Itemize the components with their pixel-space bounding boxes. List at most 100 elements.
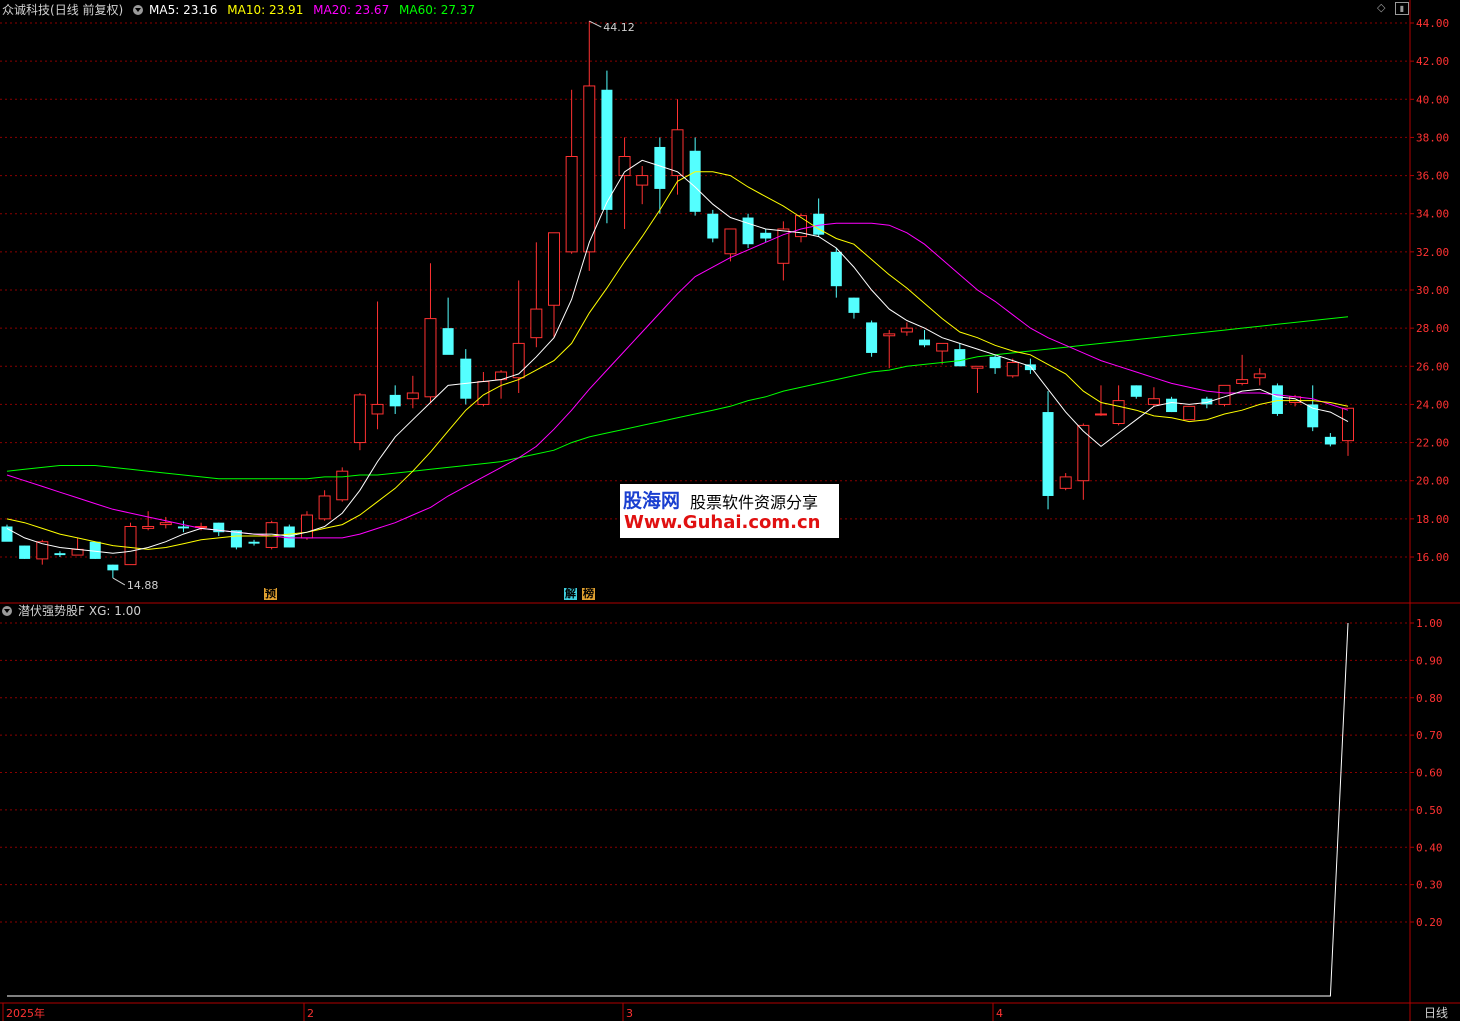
indicator-tick-label: 0.40 bbox=[1416, 841, 1443, 854]
candle-body-up bbox=[1236, 379, 1249, 384]
candle-body-up bbox=[636, 175, 649, 186]
watermark: 股海网 股票软件资源分享 Www.Guhai.com.cn bbox=[620, 484, 839, 538]
candle-body-up bbox=[265, 522, 278, 548]
candle-body-down bbox=[954, 349, 966, 367]
event-tag-jie[interactable]: 解 bbox=[564, 588, 577, 600]
candle-body-up bbox=[883, 333, 896, 337]
candle-body-down bbox=[1130, 385, 1142, 397]
chart-mode: (日线 前复权) bbox=[50, 3, 124, 17]
candle-body-up bbox=[124, 525, 137, 566]
date-tick-label: 2 bbox=[307, 1007, 314, 1020]
candle-body-up bbox=[565, 156, 578, 253]
candle-body-up bbox=[1059, 476, 1072, 489]
date-tick-label: 4 bbox=[996, 1007, 1003, 1020]
ma60-line bbox=[6, 316, 1349, 480]
candle-body-down bbox=[989, 356, 1001, 369]
price-tick-label: 18.00 bbox=[1416, 513, 1449, 526]
watermark-slogan: 股票软件资源分享 bbox=[690, 493, 819, 512]
candle-body-down bbox=[689, 150, 701, 212]
ma60-value: MA60: 27.37 bbox=[399, 3, 476, 17]
price-tick-label: 42.00 bbox=[1416, 55, 1449, 68]
indicator-tick-label: 0.60 bbox=[1416, 767, 1443, 780]
price-tick-label: 32.00 bbox=[1416, 246, 1449, 259]
candle-body-up bbox=[671, 129, 684, 177]
candle-body-up bbox=[936, 342, 949, 352]
candle-body-up bbox=[1253, 373, 1266, 379]
low-price-label: 14.88 bbox=[127, 579, 159, 592]
ma10-value: MA10: 23.91 bbox=[227, 3, 304, 17]
dropdown-icon[interactable] bbox=[2, 606, 12, 616]
price-tick-label: 24.00 bbox=[1416, 398, 1449, 411]
indicator-name: 潜伏强势股F bbox=[18, 604, 85, 618]
candle-body-up bbox=[1112, 400, 1125, 425]
high-pointer bbox=[589, 20, 602, 28]
candle-body-down bbox=[54, 553, 66, 556]
stock-name: 众诚科技 bbox=[2, 3, 51, 17]
collapse-icon[interactable]: ◇ bbox=[1377, 1, 1385, 14]
candle-body-down bbox=[19, 545, 31, 559]
indicator-tick-label: 0.30 bbox=[1416, 879, 1443, 892]
candle-body-up bbox=[583, 85, 596, 253]
price-tick-label: 40.00 bbox=[1416, 93, 1449, 106]
event-tag-bang[interactable]: 榜 bbox=[582, 588, 595, 600]
event-tag-yu[interactable]: 预 bbox=[264, 588, 277, 600]
candle-body-down bbox=[442, 328, 454, 355]
candle-body-up bbox=[1218, 384, 1231, 405]
price-tick-label: 34.00 bbox=[1416, 208, 1449, 221]
candle-body-up bbox=[300, 514, 313, 539]
window-icon[interactable]: ▮ bbox=[1395, 2, 1409, 15]
low-pointer bbox=[112, 577, 126, 586]
price-tick-label: 30.00 bbox=[1416, 284, 1449, 297]
candle-body-down bbox=[1166, 398, 1178, 413]
dropdown-icon[interactable] bbox=[133, 5, 144, 15]
candle-body-down bbox=[177, 526, 189, 529]
indicator-tick-label: 0.20 bbox=[1416, 916, 1443, 929]
indicator-tick-label: 0.70 bbox=[1416, 729, 1443, 742]
candle-body-down bbox=[848, 297, 860, 313]
candle-body-down bbox=[866, 322, 878, 353]
candle-body-down bbox=[248, 541, 260, 544]
candle-body-down bbox=[601, 89, 613, 210]
candle-body-up bbox=[1183, 405, 1196, 421]
candle-body-up bbox=[159, 522, 172, 526]
candle-body-down bbox=[654, 146, 666, 189]
candle-body-down bbox=[460, 358, 472, 399]
candle-body-up bbox=[353, 394, 366, 444]
price-tick-label: 16.00 bbox=[1416, 551, 1449, 564]
price-tick-label: 22.00 bbox=[1416, 437, 1449, 450]
date-tick-label: 2025年 bbox=[6, 1006, 45, 1020]
price-tick-label: 26.00 bbox=[1416, 360, 1449, 373]
candle-body-up bbox=[424, 318, 437, 398]
candle-body-up bbox=[512, 342, 525, 379]
candle-body-up bbox=[406, 392, 419, 400]
candle-body-down bbox=[1042, 412, 1054, 496]
candle-body-up bbox=[142, 525, 155, 529]
indicator-tick-label: 0.90 bbox=[1416, 654, 1443, 667]
ma20-value: MA20: 23.67 bbox=[313, 3, 390, 17]
main-header: 众诚科技(日线 前复权) MA5: 23.16 MA10: 23.91 MA20… bbox=[2, 2, 481, 18]
candle-body-up bbox=[371, 403, 384, 415]
candle-body-down bbox=[830, 251, 842, 287]
candle-body-up bbox=[777, 228, 790, 264]
watermark-logo: 股海网 bbox=[623, 490, 681, 512]
candle-body-down bbox=[1324, 436, 1336, 445]
candle-body-up bbox=[1077, 424, 1090, 482]
candle-body-up bbox=[1006, 361, 1019, 377]
candle-body-up bbox=[900, 327, 913, 333]
candle-body-up bbox=[1147, 398, 1160, 405]
watermark-url: Www.Guhai.com.cn bbox=[624, 512, 821, 533]
candle-body-up bbox=[724, 228, 737, 255]
indicator-tick-label: 0.50 bbox=[1416, 804, 1443, 817]
price-tick-label: 38.00 bbox=[1416, 131, 1449, 144]
price-tick-label: 36.00 bbox=[1416, 170, 1449, 183]
candle-body-down bbox=[89, 541, 101, 559]
candle-body-down bbox=[919, 339, 931, 346]
period-button[interactable]: 日线 bbox=[1424, 1006, 1448, 1020]
price-tick-label: 44.00 bbox=[1416, 17, 1449, 30]
date-tick-label: 3 bbox=[626, 1007, 633, 1020]
candle-body-up bbox=[547, 232, 560, 306]
price-tick-label: 20.00 bbox=[1416, 475, 1449, 488]
xg-value: XG: 1.00 bbox=[88, 604, 142, 618]
candle-body-up bbox=[336, 470, 349, 501]
indicator-tick-label: 0.80 bbox=[1416, 692, 1443, 705]
